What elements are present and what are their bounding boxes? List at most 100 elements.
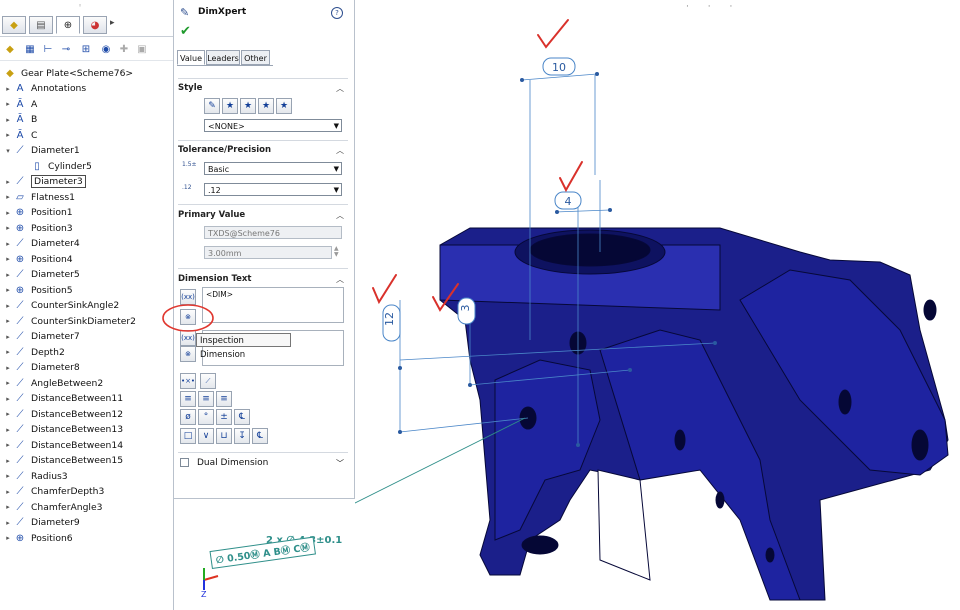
offset-text-icon[interactable]: ⊗ xyxy=(180,346,196,362)
chevron-right-icon[interactable]: ▸ xyxy=(3,457,13,465)
chevron-right-icon[interactable]: ▸ xyxy=(3,302,13,310)
tree-item[interactable]: ▸ Ā A xyxy=(0,97,172,112)
chevron-right-icon[interactable]: ▸ xyxy=(3,503,13,511)
tree-item[interactable]: ▸ ⟋ DistanceBetween13 xyxy=(0,422,172,437)
chevron-right-icon[interactable]: ▸ xyxy=(3,255,13,263)
collapse-icon[interactable]: ︿ xyxy=(336,210,344,221)
diameter-symbol-icon[interactable]: ø xyxy=(180,409,196,425)
depth-symbol-icon[interactable]: ↧ xyxy=(234,428,250,444)
tree-item[interactable]: ▸ ⟋ DistanceBetween11 xyxy=(0,391,172,406)
tree-item[interactable]: ▸ ▱ Flatness1 xyxy=(0,190,172,205)
align-left-icon[interactable]: ≡ xyxy=(180,391,196,407)
tree-item[interactable]: ▸ ⊕ Position4 xyxy=(0,252,172,267)
chevron-right-icon[interactable]: ▸ xyxy=(3,209,13,217)
chevron-right-icon[interactable]: ▸ xyxy=(3,534,13,542)
tree-item[interactable]: ▸ ⟋ Radius3 xyxy=(0,469,172,484)
chevron-right-icon[interactable]: ▸ xyxy=(3,286,13,294)
ok-checkmark-icon[interactable]: ✔ xyxy=(180,24,191,39)
inspection-balloon[interactable]: 3 xyxy=(457,297,476,325)
tab-leaders[interactable]: Leaders xyxy=(206,50,240,65)
counterbore-symbol-icon[interactable]: ⊔ xyxy=(216,428,232,444)
tree-item[interactable]: ▸ ⊕ Position5 xyxy=(0,283,172,298)
chevron-right-icon[interactable]: ▸ xyxy=(3,441,13,449)
inspection-balloon[interactable]: 4 xyxy=(554,191,582,210)
tree-item[interactable]: ▸ ⟋ Diameter7 xyxy=(0,329,172,344)
inspection-balloon[interactable]: 12 xyxy=(382,304,401,342)
text-position-icon[interactable]: •×• xyxy=(180,373,196,389)
chevron-right-icon[interactable]: ▸ xyxy=(3,193,13,201)
tab-feature-manager[interactable]: ◆ xyxy=(2,16,26,34)
tree-item[interactable]: ▸ ⟋ Diameter8 xyxy=(0,360,172,375)
chevron-right-icon[interactable]: ▸ xyxy=(3,395,13,403)
chevron-right-icon[interactable]: ▸ xyxy=(3,519,13,527)
expand-icon[interactable]: ﹀ xyxy=(336,458,344,469)
tree-item[interactable]: ▸ ⟋ ChamferDepth3 xyxy=(0,484,172,499)
tree-item[interactable]: ▸ ⟋ CounterSinkDiameter2 xyxy=(0,314,172,329)
align-center-icon[interactable]: ≡ xyxy=(198,391,214,407)
dimension-name-field[interactable]: TXDS@Scheme76 xyxy=(204,226,342,239)
tree-item[interactable]: ▸ ⟋ Depth2 xyxy=(0,345,172,360)
chevron-right-icon[interactable]: ▸ xyxy=(3,240,13,248)
tree-item[interactable]: ▸ ⟋ Diameter3 xyxy=(0,174,172,189)
size-dimension-icon[interactable]: ⊸ xyxy=(58,41,74,57)
tree-item[interactable]: ▸ ⊕ Position1 xyxy=(0,205,172,220)
chevron-right-icon[interactable]: ▸ xyxy=(3,317,13,325)
tree-item[interactable]: ▸ ⟋ Diameter9 xyxy=(0,515,172,530)
collapse-icon[interactable]: ︿ xyxy=(336,274,344,285)
tree-item[interactable]: ▾ ⟋ Diameter1 xyxy=(0,143,172,158)
tree-item[interactable]: ▯ Cylinder5 xyxy=(0,159,172,174)
chevron-right-icon[interactable]: ▸ xyxy=(3,426,13,434)
inspection-balloon[interactable]: 10 xyxy=(542,57,576,76)
tab-dimxpert-manager[interactable]: ◕ xyxy=(83,16,107,34)
load-style-icon[interactable]: ★ xyxy=(276,98,292,114)
degree-symbol-icon[interactable]: ° xyxy=(198,409,214,425)
view-toolbar[interactable]: · · · xyxy=(686,2,740,12)
delete-style-icon[interactable]: ★ xyxy=(240,98,256,114)
help-icon[interactable]: ? xyxy=(331,7,343,19)
dimension-text-area[interactable]: <DIM> xyxy=(202,287,344,323)
plus-minus-symbol-icon[interactable]: ± xyxy=(216,409,232,425)
tree-item[interactable]: ▸ A Annotations xyxy=(0,81,172,96)
precision-combo[interactable]: .12 ▼ xyxy=(204,183,342,196)
tab-property-manager[interactable]: ▤ xyxy=(29,16,53,34)
chevron-right-icon[interactable]: ▸ xyxy=(3,379,13,387)
tree-item[interactable]: ▸ Ā B xyxy=(0,112,172,127)
add-style-icon[interactable]: ★ xyxy=(222,98,238,114)
tree-item[interactable]: ▸ Ā C xyxy=(0,128,172,143)
apply-default-style-icon[interactable]: ✎ xyxy=(204,98,220,114)
show-tolerance-status-icon[interactable]: ▣ xyxy=(134,41,150,57)
tree-item[interactable]: ▸ ⟋ Diameter4 xyxy=(0,236,172,251)
value-spinner[interactable]: ▲ ▼ xyxy=(334,246,339,258)
geometric-tolerance-icon[interactable]: ◉ xyxy=(98,41,114,57)
chevron-right-icon[interactable]: ▸ xyxy=(3,348,13,356)
chevron-right-icon[interactable]: ▸ xyxy=(3,178,13,186)
graphics-viewport[interactable]: 10 4 12 3 xyxy=(355,0,960,610)
dimension-value-field[interactable]: 3.00mm xyxy=(204,246,332,259)
centerline-symbol-icon[interactable]: ℄ xyxy=(234,409,250,425)
chevron-right-icon[interactable]: ▸ xyxy=(3,271,13,279)
collapse-icon[interactable]: ︿ xyxy=(336,145,344,156)
dual-dimension-checkbox[interactable] xyxy=(180,458,189,467)
pattern-feature-icon[interactable]: ✚ xyxy=(116,41,132,57)
save-style-icon[interactable]: ★ xyxy=(258,98,274,114)
countersink-symbol-icon[interactable]: ∨ xyxy=(198,428,214,444)
panel-grip[interactable]: ◦ xyxy=(78,2,82,10)
basic-location-icon[interactable]: ▦ xyxy=(22,41,38,57)
chevron-right-icon[interactable]: ▸ xyxy=(3,100,13,108)
tree-item[interactable]: ▸ ⟋ CounterSinkAngle2 xyxy=(0,298,172,313)
chevron-right-icon[interactable]: ▸ xyxy=(3,488,13,496)
tab-value[interactable]: Value xyxy=(177,50,205,65)
feature-control-frame[interactable]: ∅ 0.50Ⓜ A BⓂ CⓂ xyxy=(209,536,316,569)
chevron-right-icon[interactable]: ▸ xyxy=(3,333,13,341)
square-symbol-icon[interactable]: □ xyxy=(180,428,196,444)
more-tabs-icon[interactable]: ▸ xyxy=(110,18,115,28)
tree-item[interactable]: ▸ ⊕ Position6 xyxy=(0,531,172,546)
tree-item[interactable]: ▸ ⟋ AngleBetween2 xyxy=(0,376,172,391)
chevron-right-icon[interactable]: ▸ xyxy=(3,472,13,480)
tree-item[interactable]: ▸ ⟋ DistanceBetween15 xyxy=(0,453,172,468)
tab-configuration-manager[interactable]: ⊕ xyxy=(56,16,80,34)
tree-root[interactable]: ◆ Gear Plate<Scheme76> xyxy=(0,66,172,81)
collapse-icon[interactable]: ︿ xyxy=(336,83,344,94)
chevron-right-icon[interactable]: ▸ xyxy=(3,364,13,372)
tree-item[interactable]: ▸ ⟋ DistanceBetween14 xyxy=(0,438,172,453)
